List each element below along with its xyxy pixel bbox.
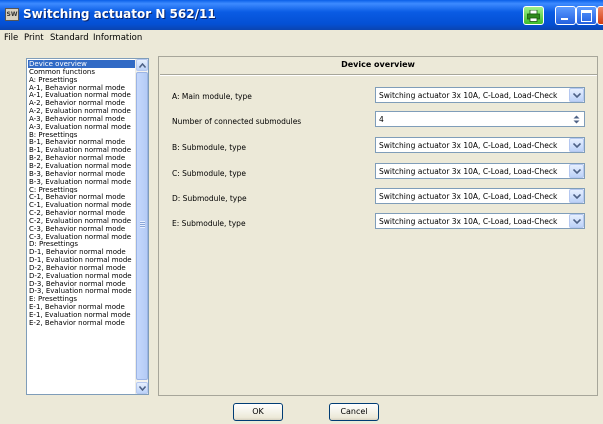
- panel-divider: [160, 74, 597, 76]
- spinner-value: 4: [379, 115, 384, 124]
- cancel-button[interactable]: Cancel: [329, 403, 379, 421]
- list-item[interactable]: A-3, Evaluation normal mode: [28, 123, 138, 131]
- chevron-down-icon: [573, 93, 581, 98]
- list-item[interactable]: C-2, Behavior normal mode: [28, 209, 138, 217]
- list-item[interactable]: D: Presettings: [28, 240, 138, 248]
- list-item[interactable]: B-1, Evaluation normal mode: [28, 146, 138, 154]
- list-item[interactable]: D-2, Behavior normal mode: [28, 264, 138, 272]
- navigation-list-items: Device overview Common functions A: Preset…: [28, 60, 138, 327]
- list-item[interactable]: E-2, Behavior normal mode: [28, 319, 138, 327]
- list-item[interactable]: A-1, Evaluation normal mode: [28, 91, 138, 99]
- combo-value: Switching actuator 3x 10A, C-Load, Load-…: [379, 141, 558, 150]
- chevron-up-icon: [573, 115, 580, 119]
- submodule-count-spinner[interactable]: 4: [375, 111, 585, 127]
- dropdown-button[interactable]: [569, 214, 584, 228]
- row-label-submodule-b: B: Submodule, type: [172, 143, 246, 152]
- app-icon: SW: [5, 8, 19, 21]
- combo-value: Switching actuator 3x 10A, C-Load, Load-…: [379, 167, 558, 176]
- close-button[interactable]: [597, 6, 603, 25]
- dropdown-button[interactable]: [569, 88, 584, 102]
- submodule-e-type-select[interactable]: Switching actuator 3x 10A, C-Load, Load-…: [375, 213, 585, 229]
- list-item[interactable]: B-3, Evaluation normal mode: [28, 178, 138, 186]
- dropdown-button[interactable]: [569, 138, 584, 152]
- chevron-down-icon: [573, 143, 581, 148]
- submodule-c-type-select[interactable]: Switching actuator 3x 10A, C-Load, Load-…: [375, 163, 585, 179]
- window-title: Switching actuator N 562/11: [23, 7, 216, 21]
- scroll-up-button[interactable]: [136, 59, 148, 71]
- list-item[interactable]: E-1, Evaluation normal mode: [28, 311, 138, 319]
- submodule-d-type-select[interactable]: Switching actuator 3x 10A, C-Load, Load-…: [375, 188, 585, 204]
- row-label-submodule-e: E: Submodule, type: [172, 219, 246, 228]
- list-item[interactable]: B-2, Behavior normal mode: [28, 154, 138, 162]
- combo-value: Switching actuator 3x 10A, C-Load, Load-…: [379, 217, 558, 226]
- list-item[interactable]: B: Presettings: [28, 131, 138, 139]
- combo-value: Switching actuator 3x 10A, C-Load, Load-…: [379, 91, 558, 100]
- ok-button[interactable]: OK: [233, 403, 283, 421]
- row-label-submodule-c: C: Submodule, type: [172, 169, 247, 178]
- menu-file[interactable]: File: [4, 33, 18, 43]
- spinner-buttons[interactable]: [571, 113, 583, 125]
- scroll-down-button[interactable]: [136, 382, 148, 394]
- list-item[interactable]: Common functions: [28, 68, 138, 76]
- list-scrollbar[interactable]: [135, 59, 148, 394]
- navigation-list[interactable]: Device overview Common functions A: Preset…: [26, 58, 149, 395]
- list-item[interactable]: C-1, Behavior normal mode: [28, 193, 138, 201]
- chevron-down-icon: [573, 194, 581, 199]
- list-item[interactable]: D-3, Evaluation normal mode: [28, 287, 138, 296]
- scroll-thumb[interactable]: [136, 72, 148, 380]
- list-item[interactable]: Device overview: [28, 60, 138, 68]
- main-module-type-select[interactable]: Switching actuator 3x 10A, C-Load, Load-…: [375, 87, 585, 103]
- list-item[interactable]: A-3, Behavior normal mode: [28, 115, 138, 123]
- chevron-down-icon: [573, 219, 581, 224]
- list-item[interactable]: D-3, Behavior normal mode: [28, 280, 138, 288]
- list-item[interactable]: B-1, Behavior normal mode: [28, 138, 138, 147]
- combo-value: Switching actuator 3x 10A, C-Load, Load-…: [379, 192, 558, 201]
- submodule-b-type-select[interactable]: Switching actuator 3x 10A, C-Load, Load-…: [375, 137, 585, 153]
- list-item[interactable]: C-3, Evaluation normal mode: [28, 233, 138, 241]
- panel-title: Device overview: [341, 60, 415, 69]
- title-bar[interactable]: SW Switching actuator N 562/11: [0, 0, 603, 30]
- list-item[interactable]: C-2, Evaluation normal mode: [28, 217, 138, 225]
- print-icon[interactable]: [523, 6, 544, 25]
- row-label-submodule-count: Number of connected submodules: [172, 117, 302, 126]
- list-item[interactable]: B-3, Behavior normal mode: [28, 170, 138, 178]
- dropdown-button[interactable]: [569, 164, 584, 178]
- minimize-button[interactable]: [555, 6, 576, 25]
- list-item[interactable]: A-2, Behavior normal mode: [28, 99, 138, 107]
- list-item[interactable]: E: Presettings: [28, 295, 138, 303]
- list-item[interactable]: A-1, Behavior normal mode: [28, 84, 138, 92]
- menu-bar: File Print Standard Information: [0, 30, 603, 47]
- row-label-main-module: A: Main module, type: [172, 92, 252, 101]
- list-item[interactable]: A: Presettings: [28, 76, 138, 84]
- list-item[interactable]: E-1, Behavior normal mode: [28, 303, 138, 311]
- chevron-down-icon: [573, 169, 581, 174]
- device-overview-panel: Device overview A: Main module, type Swi…: [158, 56, 598, 396]
- list-item[interactable]: D-1, Behavior normal mode: [28, 248, 138, 256]
- row-label-submodule-d: D: Submodule, type: [172, 194, 247, 203]
- dropdown-button[interactable]: [569, 189, 584, 203]
- menu-information[interactable]: Information: [93, 33, 142, 43]
- chevron-up-icon: [139, 63, 146, 68]
- list-item[interactable]: A-2, Evaluation normal mode: [28, 107, 138, 115]
- list-item[interactable]: C-3, Behavior normal mode: [28, 225, 138, 233]
- chevron-down-icon: [139, 386, 146, 391]
- list-item[interactable]: B-2, Evaluation normal mode: [28, 162, 138, 170]
- list-item[interactable]: D-2, Evaluation normal mode: [28, 272, 138, 280]
- list-item[interactable]: C: Presettings: [28, 186, 138, 194]
- menu-print[interactable]: Print: [24, 33, 44, 43]
- list-item[interactable]: D-1, Evaluation normal mode: [28, 256, 138, 264]
- maximize-button[interactable]: [576, 6, 597, 25]
- chevron-down-icon: [573, 120, 580, 124]
- list-item[interactable]: C-1, Evaluation normal mode: [28, 201, 138, 209]
- menu-standard[interactable]: Standard: [50, 33, 89, 43]
